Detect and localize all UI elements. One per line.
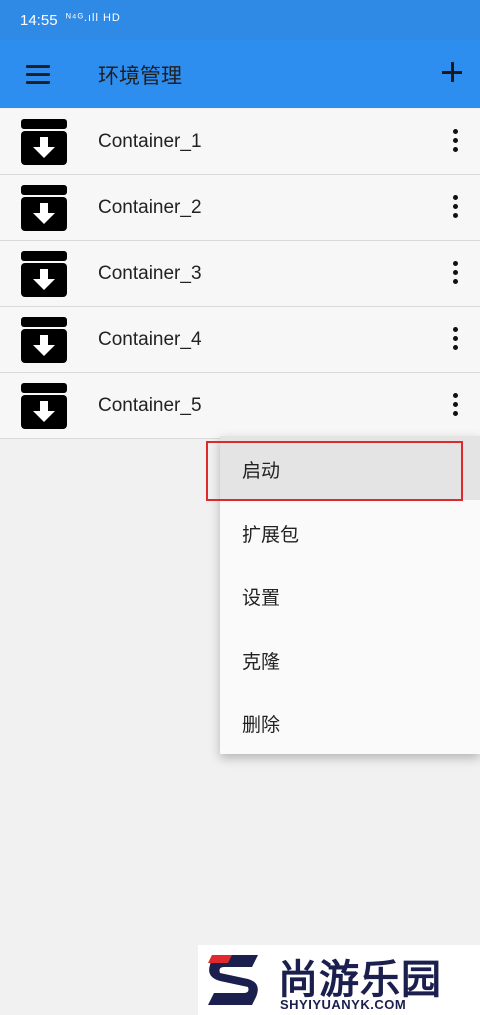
list-item-container-5[interactable]: Container_5 — [0, 373, 480, 439]
menu-item-label: 扩展包 — [242, 524, 300, 546]
menu-item-label: 设置 — [242, 588, 281, 609]
list-item-container-4[interactable]: Container_4 — [0, 307, 480, 373]
menu-item-delete[interactable]: 删除 — [220, 690, 480, 754]
more-vert-icon[interactable] — [440, 391, 470, 421]
menu-item-label: 克隆 — [242, 651, 281, 673]
list-item-container-3[interactable]: Container_3 — [0, 241, 480, 307]
menu-item-extensions[interactable]: 扩展包 — [220, 500, 480, 564]
more-vert-icon[interactable] — [440, 259, 470, 289]
hamburger-menu-icon[interactable] — [20, 60, 56, 90]
container-name: Container_4 — [98, 329, 202, 350]
more-vert-icon[interactable] — [440, 127, 470, 157]
watermark-url: SHYIYUANYK.COM — [280, 997, 407, 1012]
archive-download-icon — [21, 185, 67, 231]
container-name: Container_2 — [98, 197, 202, 218]
page-title: 环境管理 — [98, 65, 182, 88]
menu-item-settings[interactable]: 设置 — [220, 563, 480, 627]
container-list: Container_1 Container_2 Container_3 Cont… — [0, 109, 480, 439]
status-bar: 14:55 ᴺ⁴ᴳ.ıll HD — [0, 0, 480, 40]
more-vert-icon[interactable] — [440, 325, 470, 355]
watermark-logo-icon — [208, 955, 258, 1005]
archive-download-icon — [21, 383, 67, 429]
menu-item-clone[interactable]: 克隆 — [220, 627, 480, 691]
list-item-container-1[interactable]: Container_1 — [0, 109, 480, 175]
menu-item-label: 删除 — [242, 715, 281, 736]
container-name: Container_1 — [98, 131, 202, 152]
container-name: Container_3 — [98, 263, 202, 284]
plus-icon[interactable] — [434, 54, 470, 90]
archive-download-icon — [21, 317, 67, 363]
app-bar: 环境管理 — [0, 40, 480, 108]
highlight-box — [206, 441, 463, 501]
archive-download-icon — [21, 251, 67, 297]
list-item-container-2[interactable]: Container_2 — [0, 175, 480, 241]
container-name: Container_5 — [98, 395, 202, 416]
watermark: 尚游乐园 SHYIYUANYK.COM — [198, 945, 480, 1015]
status-time: 14:55 — [20, 12, 58, 29]
more-vert-icon[interactable] — [440, 193, 470, 223]
signal-indicators: ᴺ⁴ᴳ.ıll HD — [66, 12, 121, 24]
archive-download-icon — [21, 119, 67, 165]
